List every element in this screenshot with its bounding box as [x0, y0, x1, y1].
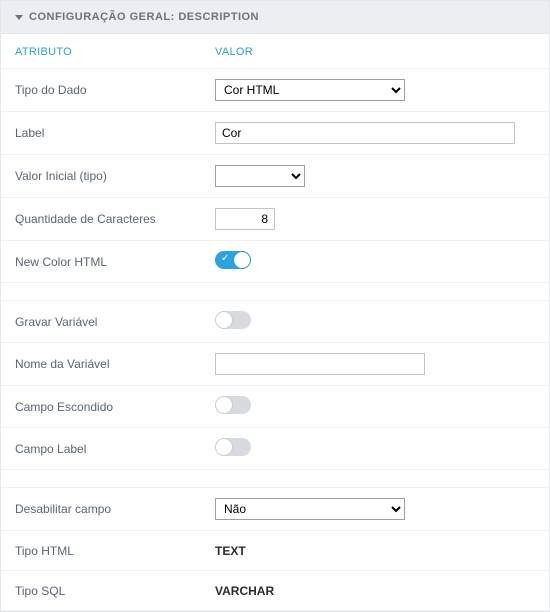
- campo-escondido-toggle[interactable]: [215, 396, 251, 414]
- new-color-toggle[interactable]: [215, 251, 251, 269]
- tipo-sql-label: Tipo SQL: [15, 584, 215, 598]
- gravar-variavel-toggle[interactable]: [215, 311, 251, 329]
- row-campo-label: Campo Label: [1, 428, 549, 470]
- new-color-label: New Color HTML: [15, 255, 215, 269]
- gravar-variavel-label: Gravar Variável: [15, 315, 215, 329]
- tipo-dado-select[interactable]: Cor HTML: [215, 79, 405, 101]
- row-tipo-sql: Tipo SQL VARCHAR: [1, 571, 549, 611]
- row-tipo-dado: Tipo do Dado Cor HTML: [1, 69, 549, 112]
- column-atributo: ATRIBUTO: [15, 46, 215, 58]
- desabilitar-select[interactable]: Não: [215, 498, 405, 520]
- qtd-caracteres-input[interactable]: [215, 208, 275, 230]
- row-campo-escondido: Campo Escondido: [1, 386, 549, 428]
- nome-variavel-input[interactable]: [215, 353, 425, 375]
- tipo-html-label: Tipo HTML: [15, 544, 215, 558]
- row-valor-inicial: Valor Inicial (tipo): [1, 155, 549, 198]
- campo-label-toggle[interactable]: [215, 438, 251, 456]
- row-nome-variavel: Nome da Variável: [1, 343, 549, 386]
- tipo-dado-label: Tipo do Dado: [15, 83, 215, 97]
- valor-inicial-select[interactable]: [215, 165, 305, 187]
- nome-variavel-label: Nome da Variável: [15, 357, 215, 371]
- spacer-2: [1, 470, 549, 488]
- row-tipo-html: Tipo HTML TEXT: [1, 531, 549, 571]
- columns-header: ATRIBUTO VALOR: [1, 34, 549, 69]
- spacer-1: [1, 283, 549, 301]
- valor-inicial-label: Valor Inicial (tipo): [15, 169, 215, 183]
- panel-title: CONFIGURAÇÃO GERAL: DESCRIPTION: [29, 11, 259, 23]
- tipo-html-value: TEXT: [215, 544, 535, 558]
- campo-label-label: Campo Label: [15, 442, 215, 456]
- desabilitar-label: Desabilitar campo: [15, 502, 215, 516]
- label-input[interactable]: [215, 122, 515, 144]
- row-desabilitar: Desabilitar campo Não: [1, 488, 549, 531]
- row-gravar-variavel: Gravar Variável: [1, 301, 549, 343]
- column-valor: VALOR: [215, 46, 535, 58]
- qtd-caracteres-label: Quantidade de Caracteres: [15, 212, 215, 226]
- row-qtd-caracteres: Quantidade de Caracteres: [1, 198, 549, 241]
- tipo-sql-value: VARCHAR: [215, 584, 535, 598]
- panel-header[interactable]: CONFIGURAÇÃO GERAL: DESCRIPTION: [1, 0, 549, 34]
- row-label: Label: [1, 112, 549, 155]
- config-panel: CONFIGURAÇÃO GERAL: DESCRIPTION ATRIBUTO…: [0, 0, 550, 612]
- campo-escondido-label: Campo Escondido: [15, 400, 215, 414]
- collapse-icon: [15, 15, 23, 20]
- label-label: Label: [15, 126, 215, 140]
- row-new-color: New Color HTML: [1, 241, 549, 283]
